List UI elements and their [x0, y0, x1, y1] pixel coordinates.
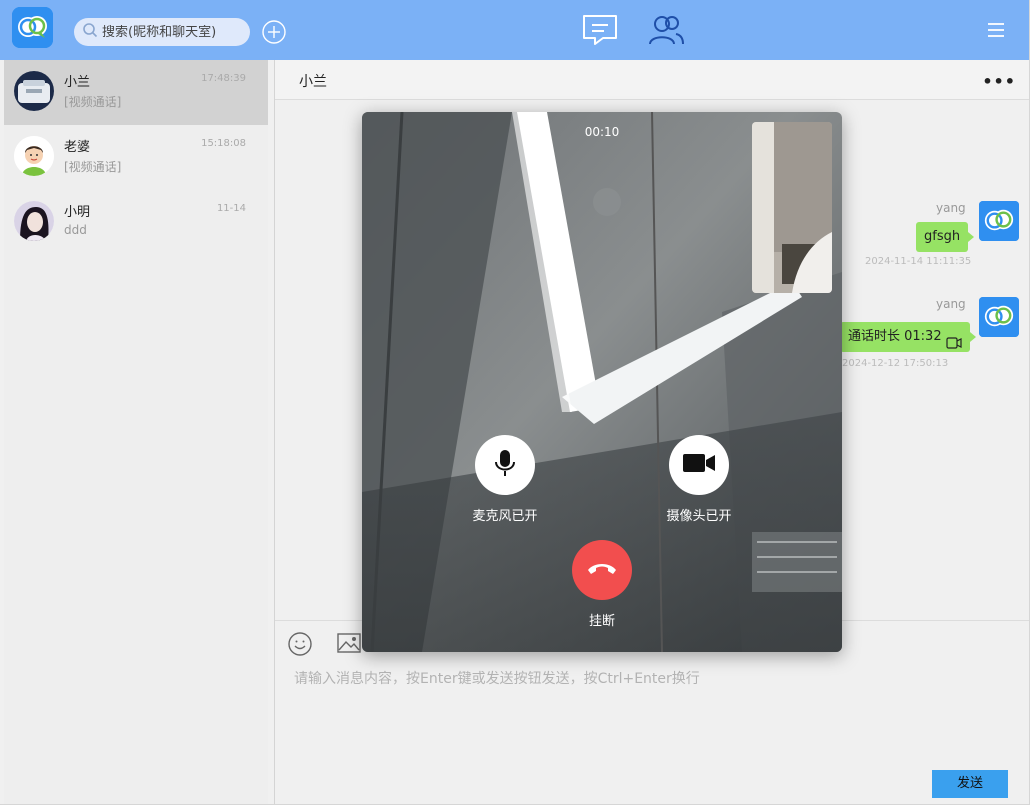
- search-icon: [82, 22, 98, 42]
- message-time: 2024-11-14 11:11:35: [865, 256, 972, 267]
- hangup-label: 挂断: [588, 614, 615, 629]
- conversation-item[interactable]: 老婆 15:18:08 [视频通话]: [4, 125, 268, 190]
- video-call-icon: [946, 331, 962, 361]
- search-input[interactable]: [102, 24, 242, 40]
- mic-status-label: 麦克风已开: [472, 509, 538, 524]
- emoji-icon[interactable]: [287, 631, 313, 656]
- conversation-time: 17:48:39: [201, 73, 246, 84]
- image-icon[interactable]: [336, 631, 362, 655]
- app-logo-icon: [12, 7, 53, 48]
- avatar: [14, 201, 54, 241]
- avatar: [14, 71, 54, 111]
- call-record-text: 通话时长 01:32: [848, 329, 942, 344]
- conversation-time: 11-14: [216, 203, 246, 214]
- plus-circle-icon[interactable]: [262, 20, 286, 44]
- conversation-list: 小兰 17:48:39 [视频通话] 老婆 15:18:08 [视频通话] 小明…: [4, 60, 268, 804]
- contacts-icon[interactable]: [647, 13, 685, 47]
- divider: [274, 60, 275, 804]
- conversation-item[interactable]: 小兰 17:48:39 [视频通话]: [4, 60, 268, 125]
- local-video-preview[interactable]: [752, 122, 832, 293]
- avatar: [14, 136, 54, 176]
- message-sender: yang: [936, 297, 966, 311]
- message-bubble[interactable]: gfsgh: [916, 222, 975, 252]
- hangup-button[interactable]: [572, 540, 632, 600]
- message-time: 2024-12-12 17:50:13: [842, 358, 949, 369]
- chat-bubble-icon[interactable]: [581, 13, 619, 47]
- message-input[interactable]: [294, 668, 994, 758]
- more-options-icon[interactable]: •••: [982, 72, 1016, 91]
- chat-app-window: 小兰 17:48:39 [视频通话] 老婆 15:18:08 [视频通话] 小明…: [0, 0, 1030, 805]
- conversation-name: 老婆: [64, 140, 91, 155]
- app-logo-icon: [979, 297, 1019, 337]
- chat-title: 小兰: [299, 74, 327, 90]
- message-sender: yang: [936, 201, 966, 215]
- conversation-name: 小兰: [64, 75, 91, 90]
- search-box[interactable]: [74, 18, 250, 46]
- conversation-time: 15:18:08: [201, 138, 246, 149]
- microphone-toggle[interactable]: [475, 435, 535, 495]
- call-record-bubble[interactable]: 通话时长 01:32: [840, 322, 976, 352]
- app-logo-icon: [979, 201, 1019, 241]
- conversation-preview: ddd: [64, 223, 87, 237]
- conversation-item[interactable]: 小明 11-14 ddd: [4, 190, 268, 255]
- camera-toggle[interactable]: [669, 435, 729, 495]
- video-camera-icon: [682, 452, 716, 478]
- camera-status-label: 摄像头已开: [666, 509, 732, 524]
- microphone-icon: [492, 448, 518, 482]
- phone-hangup-icon: [586, 560, 618, 580]
- conversation-preview: [视频通话]: [64, 95, 122, 109]
- hamburger-icon[interactable]: [985, 20, 1007, 40]
- conversation-preview: [视频通话]: [64, 160, 122, 174]
- conversation-name: 小明: [64, 205, 91, 220]
- chat-header: 小兰 •••: [275, 60, 1029, 100]
- send-button[interactable]: 发送: [932, 770, 1008, 798]
- top-bar: [0, 0, 1029, 60]
- video-call-window: 00:10 麦克风已开 摄像头已开 挂断: [362, 112, 842, 652]
